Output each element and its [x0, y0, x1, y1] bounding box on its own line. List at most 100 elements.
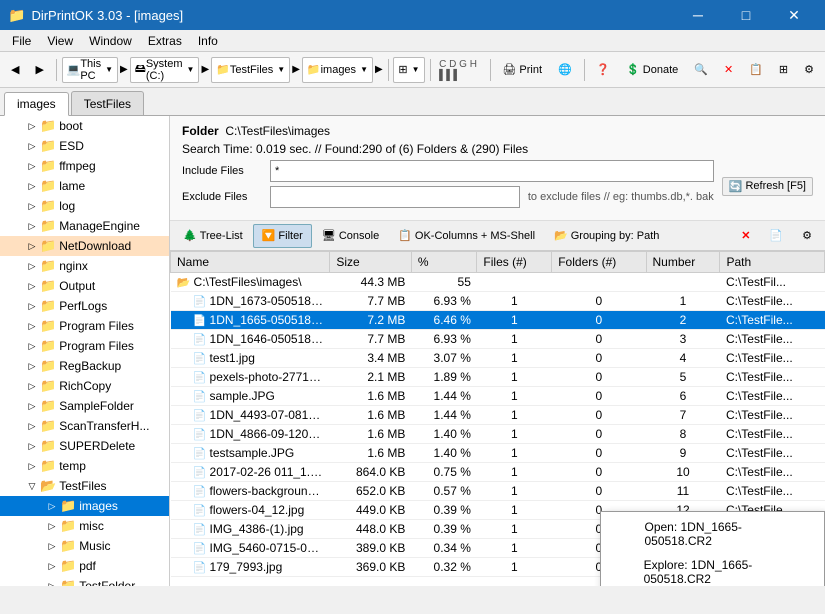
- extra-button[interactable]: ⚙: [797, 56, 821, 84]
- expand-icon[interactable]: ▷: [24, 278, 40, 294]
- expand-icon[interactable]: ▷: [24, 198, 40, 214]
- expand-icon[interactable]: ▷: [24, 218, 40, 234]
- expand-icon[interactable]: ▷: [24, 118, 40, 134]
- view-dropdown[interactable]: ⊞ ▼: [393, 57, 424, 83]
- testfiles-dropdown[interactable]: 📁 TestFiles ▼: [211, 57, 290, 83]
- expand-icon[interactable]: ▷: [24, 298, 40, 314]
- menu-extras[interactable]: Extras: [140, 32, 190, 50]
- expand-icon[interactable]: ▷: [24, 358, 40, 374]
- menu-info[interactable]: Info: [190, 32, 226, 50]
- tree-item-lame[interactable]: ▷ 📁 lame: [0, 176, 169, 196]
- thispc-dropdown[interactable]: 💻 This PC ▼: [62, 57, 118, 83]
- expand-icon[interactable]: ▷: [44, 518, 60, 534]
- expand-icon[interactable]: ▷: [24, 338, 40, 354]
- close-x-button[interactable]: ✕: [732, 224, 759, 248]
- tree-item-richcopy[interactable]: ▷ 📁 RichCopy: [0, 376, 169, 396]
- col-size[interactable]: Size: [330, 252, 412, 273]
- col-pct[interactable]: %: [411, 252, 477, 273]
- minimize-button[interactable]: ─: [675, 0, 721, 30]
- table-row[interactable]: 📂 C:\TestFiles\images\44.3 MB55C:\TestFi…: [171, 273, 825, 292]
- tree-item-misc[interactable]: ▷ 📁 misc: [0, 516, 169, 536]
- grouping-button[interactable]: 📂 Grouping by: Path: [545, 224, 668, 248]
- tree-item-output[interactable]: ▷ 📁 Output: [0, 276, 169, 296]
- expand-icon[interactable]: ▷: [24, 158, 40, 174]
- copy-button[interactable]: 📋: [742, 56, 770, 84]
- tree-item-superdelete[interactable]: ▷ 📁 SUPERDelete: [0, 436, 169, 456]
- expand-icon[interactable]: ▷: [44, 578, 60, 586]
- table-row[interactable]: 📄 sample.JPG1.6 MB1.44 %106C:\TestFile..…: [171, 387, 825, 406]
- expand-icon[interactable]: ▷: [44, 558, 60, 574]
- copy-func-button[interactable]: 📄: [760, 224, 792, 248]
- tree-item-testfiles[interactable]: ▽ 📂 TestFiles: [0, 476, 169, 496]
- tree-item-scantransfer[interactable]: ▷ 📁 ScanTransferH...: [0, 416, 169, 436]
- delete-button[interactable]: ✕: [717, 56, 740, 84]
- expand-icon[interactable]: ▷: [24, 418, 40, 434]
- table-row[interactable]: 📄 testsample.JPG1.6 MB1.40 %109C:\TestFi…: [171, 444, 825, 463]
- col-folders[interactable]: Folders (#): [552, 252, 646, 273]
- col-path[interactable]: Path: [720, 252, 825, 273]
- expand-icon[interactable]: ▷: [24, 238, 40, 254]
- systemc-dropdown[interactable]: 🖴 System (C:) ▼: [130, 57, 200, 83]
- table-row[interactable]: 📄 flowers-background-butt...652.0 KB0.57…: [171, 482, 825, 501]
- menu-file[interactable]: File: [4, 32, 39, 50]
- table-row[interactable]: 📄 1DN_4866-09-1206.JPG1.6 MB1.40 %108C:\…: [171, 425, 825, 444]
- tree-item-manageengine[interactable]: ▷ 📁 ManageEngine: [0, 216, 169, 236]
- expand-icon[interactable]: ▷: [24, 438, 40, 454]
- col-number[interactable]: Number: [646, 252, 720, 273]
- search-button[interactable]: 🔍: [687, 56, 715, 84]
- tree-item-pdf[interactable]: ▷ 📁 pdf: [0, 556, 169, 576]
- col-name[interactable]: Name: [171, 252, 330, 273]
- table-row[interactable]: 📄 test1.jpg3.4 MB3.07 %104C:\TestFile...: [171, 349, 825, 368]
- forward-button[interactable]: ▶: [28, 56, 50, 84]
- maximize-button[interactable]: □: [723, 0, 769, 30]
- ok-columns-button[interactable]: 📋 OK-Columns + MS-Shell: [389, 224, 544, 248]
- col-files[interactable]: Files (#): [477, 252, 552, 273]
- settings-button[interactable]: ⊞: [772, 56, 795, 84]
- tree-item-music[interactable]: ▷ 📁 Music: [0, 536, 169, 556]
- include-input[interactable]: [270, 160, 714, 182]
- images-dropdown[interactable]: 📁 images ▼: [302, 57, 373, 83]
- tree-item-regbackup[interactable]: ▷ 📁 RegBackup: [0, 356, 169, 376]
- table-row[interactable]: 📄 1DN_4493-07-0812.JPG1.6 MB1.44 %107C:\…: [171, 406, 825, 425]
- tree-item-nginx[interactable]: ▷ 📁 nginx: [0, 256, 169, 276]
- tree-item-temp[interactable]: ▷ 📁 temp: [0, 456, 169, 476]
- table-row[interactable]: 📄 pexels-photo-27714_1.jpg2.1 MB1.89 %10…: [171, 368, 825, 387]
- expand-icon[interactable]: ▷: [24, 258, 40, 274]
- tree-item-boot[interactable]: ▷ 📁 boot: [0, 116, 169, 136]
- tree-item-netdownload[interactable]: ▷ 📁 NetDownload: [0, 236, 169, 256]
- tab-testfiles[interactable]: TestFiles: [71, 91, 144, 115]
- tree-item-images[interactable]: ▷ 📁 images: [0, 496, 169, 516]
- table-row[interactable]: 📄 2017-02-26 011_1.jpg864.0 KB0.75 %1010…: [171, 463, 825, 482]
- filter-button[interactable]: 🔽 Filter: [253, 224, 312, 248]
- tree-item-samplefolder[interactable]: ▷ 📁 SampleFolder: [0, 396, 169, 416]
- table-row[interactable]: 📄 1DN_1673-050518.CR27.7 MB6.93 %101C:\T…: [171, 292, 825, 311]
- expand-icon[interactable]: ▷: [24, 398, 40, 414]
- exclude-input[interactable]: [270, 186, 520, 208]
- tree-item-log[interactable]: ▷ 📁 log: [0, 196, 169, 216]
- tree-item-programfiles1[interactable]: ▷ 📁 Program Files: [0, 316, 169, 336]
- table-row[interactable]: 📄 1DN_1665-050518.CR27.2 MB6.46 %102C:\T…: [171, 311, 825, 330]
- tree-item-perflogs[interactable]: ▷ 📁 PerfLogs: [0, 296, 169, 316]
- expand-icon[interactable]: ▷: [24, 178, 40, 194]
- table-row[interactable]: 📄 1DN_1646-050518.CR27.7 MB6.93 %103C:\T…: [171, 330, 825, 349]
- menu-view[interactable]: View: [39, 32, 81, 50]
- console-button[interactable]: 🖥 Console: [313, 224, 388, 248]
- help-button[interactable]: ❓: [589, 56, 617, 84]
- tree-item-programfiles2[interactable]: ▷ 📁 Program Files: [0, 336, 169, 356]
- refresh-button[interactable]: 🔄 Refresh [F5]: [722, 177, 813, 196]
- tree-item-ffmpeg[interactable]: ▷ 📁 ffmpeg: [0, 156, 169, 176]
- ctx-explore[interactable]: Explore: 1DN_1665-050518.CR2: [601, 553, 824, 586]
- close-button[interactable]: ✕: [771, 0, 817, 30]
- expand-icon[interactable]: ▷: [24, 138, 40, 154]
- donate-button[interactable]: 💲 Donate: [619, 56, 685, 84]
- expand-icon[interactable]: ▷: [44, 538, 60, 554]
- expand-icon[interactable]: ▷: [24, 378, 40, 394]
- tree-item-testfolder[interactable]: ▷ 📁 TestFolder: [0, 576, 169, 586]
- expand-icon[interactable]: ▷: [44, 498, 60, 514]
- back-button[interactable]: ◀: [4, 56, 26, 84]
- print-button[interactable]: 🖨 Print: [495, 56, 549, 84]
- tree-list-button[interactable]: 🌲 Tree-List: [174, 224, 252, 248]
- menu-window[interactable]: Window: [81, 32, 140, 50]
- settings-func-button[interactable]: ⚙: [793, 224, 821, 248]
- expand-icon[interactable]: ▷: [24, 318, 40, 334]
